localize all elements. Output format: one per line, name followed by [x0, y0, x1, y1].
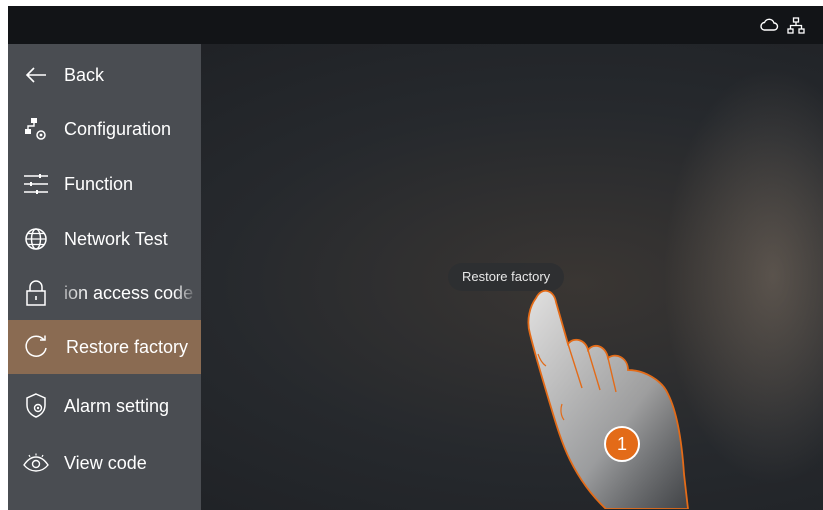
sidebar-item-back[interactable]: Back: [8, 48, 201, 102]
sidebar-item-restore-factory[interactable]: Restore factory: [8, 320, 201, 374]
sidebar-item-label: Restore factory: [66, 336, 189, 357]
status-bar: [8, 6, 823, 44]
eye-icon: [23, 450, 49, 476]
sidebar-item-network-test[interactable]: Network Test: [8, 212, 201, 266]
device-screen: Back Configuration Function Network Test…: [8, 6, 823, 510]
configuration-icon: [23, 116, 49, 142]
settings-sidebar: Back Configuration Function Network Test…: [8, 44, 201, 510]
status-icons: [759, 17, 805, 35]
network-icon: [787, 17, 805, 35]
globe-icon: [23, 226, 49, 252]
step-number-badge: 1: [604, 426, 640, 462]
sidebar-item-label: Back: [64, 64, 105, 85]
sidebar-item-label: ion access code: [64, 282, 194, 303]
sidebar-item-label: Configuration: [64, 118, 172, 139]
sidebar-item-label: View code: [64, 452, 147, 473]
restore-icon: [24, 334, 50, 360]
sidebar-item-configuration[interactable]: Configuration: [8, 102, 201, 156]
pointing-hand-illustration: [527, 289, 689, 509]
sidebar-item-function[interactable]: Function: [8, 157, 201, 211]
sidebar-item-alarm-setting[interactable]: Alarm setting: [8, 379, 201, 433]
sliders-icon: [23, 171, 49, 197]
sidebar-item-label: Network Test: [64, 228, 168, 249]
sidebar-item-access-code[interactable]: ion access code: [8, 266, 201, 320]
sidebar-item-label: Alarm setting: [64, 395, 170, 416]
back-arrow-icon: [23, 62, 49, 88]
shield-gear-icon: [23, 393, 49, 419]
sidebar-item-view-code[interactable]: View code: [8, 436, 201, 490]
lock-icon: [23, 280, 49, 306]
cloud-icon: [759, 17, 779, 35]
sidebar-item-label: Function: [64, 173, 134, 194]
